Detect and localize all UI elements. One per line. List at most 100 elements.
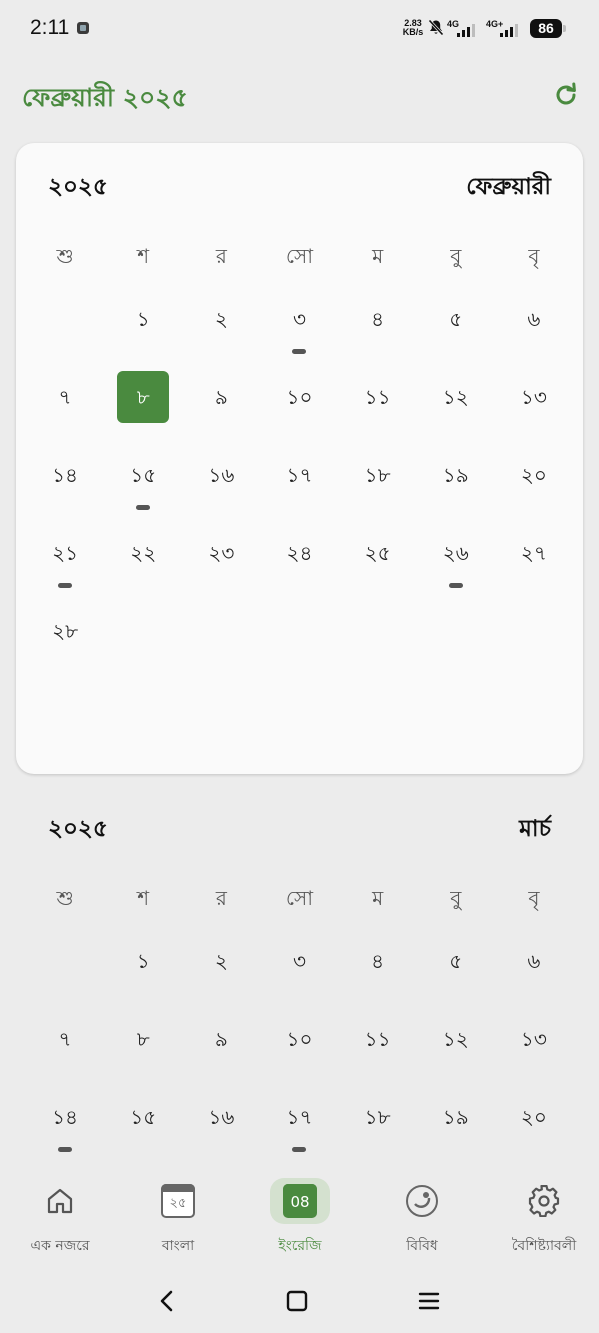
day-cell[interactable]: ১৯ xyxy=(417,1091,495,1169)
nav-item-overview[interactable]: এক নজরে xyxy=(0,1170,120,1270)
day-cell[interactable]: ১৬ xyxy=(182,1091,260,1169)
day-cell[interactable]: ২৮ xyxy=(26,605,104,683)
day-cell[interactable]: ৯ xyxy=(182,371,260,449)
day-number: ২০ xyxy=(520,1105,547,1129)
day-cell[interactable]: ১ xyxy=(104,935,182,1013)
month-calendar-march: ২০২৫ মার্চ শু শ র সো ম বু বৃ ১ ২ ৩ ৪ ৫ ৬ ৭ ৮ ৯ ১০ ১১ ১২ ১৩… xyxy=(16,785,583,1175)
nav-icon-container xyxy=(514,1178,574,1224)
home-square-icon[interactable] xyxy=(282,1286,312,1316)
day-cell[interactable]: ৬ xyxy=(495,293,573,371)
nav-item-english[interactable]: 08 ইংরেজি xyxy=(240,1170,360,1270)
weekday-header: শু শ র সো ম বু বৃ xyxy=(26,881,573,915)
day-cell[interactable]: ২০ xyxy=(495,449,573,527)
app-header: ফেব্রুয়ারী ২০২৫ xyxy=(0,70,599,120)
day-cell[interactable]: ৫ xyxy=(417,935,495,1013)
nav-label: বাংলা xyxy=(161,1238,195,1254)
weekday-label: শ xyxy=(137,886,150,910)
day-number: ১১ xyxy=(364,385,391,409)
weekday-label: বু xyxy=(450,886,462,910)
day-cell[interactable]: ৪ xyxy=(339,293,417,371)
day-cell[interactable]: ১২ xyxy=(417,1013,495,1091)
day-cell-empty xyxy=(26,935,104,1013)
day-cell[interactable]: ১৯ xyxy=(417,449,495,527)
day-cell[interactable]: ১৮ xyxy=(339,1091,417,1169)
day-cell[interactable]: ২ xyxy=(182,935,260,1013)
day-cell[interactable]: ২ xyxy=(182,293,260,371)
day-cell[interactable]: ৬ xyxy=(495,935,573,1013)
day-cell-today[interactable]: ৮ xyxy=(104,371,182,449)
day-number: ১৩ xyxy=(520,385,547,409)
system-navigation-bar xyxy=(0,1270,599,1333)
calendar-icon: 08 xyxy=(283,1184,317,1218)
day-cell[interactable]: ২২ xyxy=(104,527,182,605)
day-cell[interactable]: ২১ xyxy=(26,527,104,605)
month-year: ২০২৫ xyxy=(48,816,108,842)
nav-icon-container xyxy=(30,1178,90,1224)
event-indicator xyxy=(292,349,307,354)
day-cell[interactable]: ১৭ xyxy=(260,1091,338,1169)
day-cell[interactable]: ২০ xyxy=(495,1091,573,1169)
day-number: ৬ xyxy=(527,949,541,973)
weekday-label: বৃ xyxy=(528,244,540,268)
day-cell[interactable]: ২৬ xyxy=(417,527,495,605)
nav-label: এক নজরে xyxy=(30,1238,90,1254)
day-cell[interactable]: ১৩ xyxy=(495,1013,573,1091)
back-icon[interactable] xyxy=(152,1286,182,1316)
day-number: ৭ xyxy=(58,1027,72,1051)
day-cell[interactable]: ১৫ xyxy=(104,1091,182,1169)
misc-icon xyxy=(406,1185,438,1217)
day-cell[interactable]: ১২ xyxy=(417,371,495,449)
day-cell[interactable]: ১০ xyxy=(260,1013,338,1091)
event-indicator xyxy=(136,505,151,510)
day-cell[interactable]: ১৭ xyxy=(260,449,338,527)
day-cell[interactable]: ৪ xyxy=(339,935,417,1013)
page-title: ফেব্রুয়ারী ২০২৫ xyxy=(22,83,188,112)
day-number: ২৫ xyxy=(364,541,391,565)
day-cell[interactable]: ১৪ xyxy=(26,449,104,527)
day-number: ১ xyxy=(136,949,150,973)
day-number: ১৪ xyxy=(52,463,79,487)
weekday-label: র xyxy=(215,244,227,268)
day-cell[interactable]: ১৪ xyxy=(26,1091,104,1169)
day-cell[interactable]: ২৩ xyxy=(182,527,260,605)
day-cell[interactable]: ১৮ xyxy=(339,449,417,527)
nav-label: বিবিধ xyxy=(406,1238,438,1254)
day-number: ১৩ xyxy=(520,1027,547,1051)
day-cell[interactable]: ৮ xyxy=(104,1013,182,1091)
day-cell[interactable]: ১৩ xyxy=(495,371,573,449)
day-number: ৮ xyxy=(136,1027,150,1051)
day-cell[interactable]: ১৬ xyxy=(182,449,260,527)
day-cell-empty xyxy=(26,293,104,371)
day-number: ২৬ xyxy=(442,541,469,565)
day-cell[interactable]: ১ xyxy=(104,293,182,371)
day-cell[interactable]: ১১ xyxy=(339,371,417,449)
event-indicator xyxy=(448,583,463,588)
day-number: ১৭ xyxy=(286,1105,313,1129)
nav-item-bangla[interactable]: ২৫ বাংলা xyxy=(118,1170,238,1270)
day-cell[interactable]: ১৫ xyxy=(104,449,182,527)
day-cell[interactable]: ১১ xyxy=(339,1013,417,1091)
day-cell[interactable]: ৯ xyxy=(182,1013,260,1091)
day-cell[interactable]: ৭ xyxy=(26,371,104,449)
day-cell[interactable]: ২৭ xyxy=(495,527,573,605)
event-indicator xyxy=(292,1147,307,1152)
refresh-icon[interactable] xyxy=(552,81,580,109)
weekday-label: র xyxy=(215,886,227,910)
day-cell[interactable]: ৩ xyxy=(260,293,338,371)
nav-item-features[interactable]: বৈশিষ্ট্যাবলী xyxy=(484,1170,599,1270)
nav-item-misc[interactable]: বিবিধ xyxy=(362,1170,482,1270)
nav-icon-container xyxy=(392,1178,452,1224)
day-cell[interactable]: ৩ xyxy=(260,935,338,1013)
weekday-label: বু xyxy=(450,244,462,268)
day-number: ২ xyxy=(214,949,228,973)
day-number: ৪ xyxy=(371,949,385,973)
day-cell[interactable]: ১০ xyxy=(260,371,338,449)
day-cell[interactable]: ২৪ xyxy=(260,527,338,605)
day-cell[interactable]: ৭ xyxy=(26,1013,104,1091)
day-number: ২০ xyxy=(520,463,547,487)
menu-icon[interactable] xyxy=(414,1286,444,1316)
day-number: ১৫ xyxy=(130,463,157,487)
day-cell[interactable]: ২৫ xyxy=(339,527,417,605)
day-number: ২৩ xyxy=(208,541,235,565)
day-cell[interactable]: ৫ xyxy=(417,293,495,371)
